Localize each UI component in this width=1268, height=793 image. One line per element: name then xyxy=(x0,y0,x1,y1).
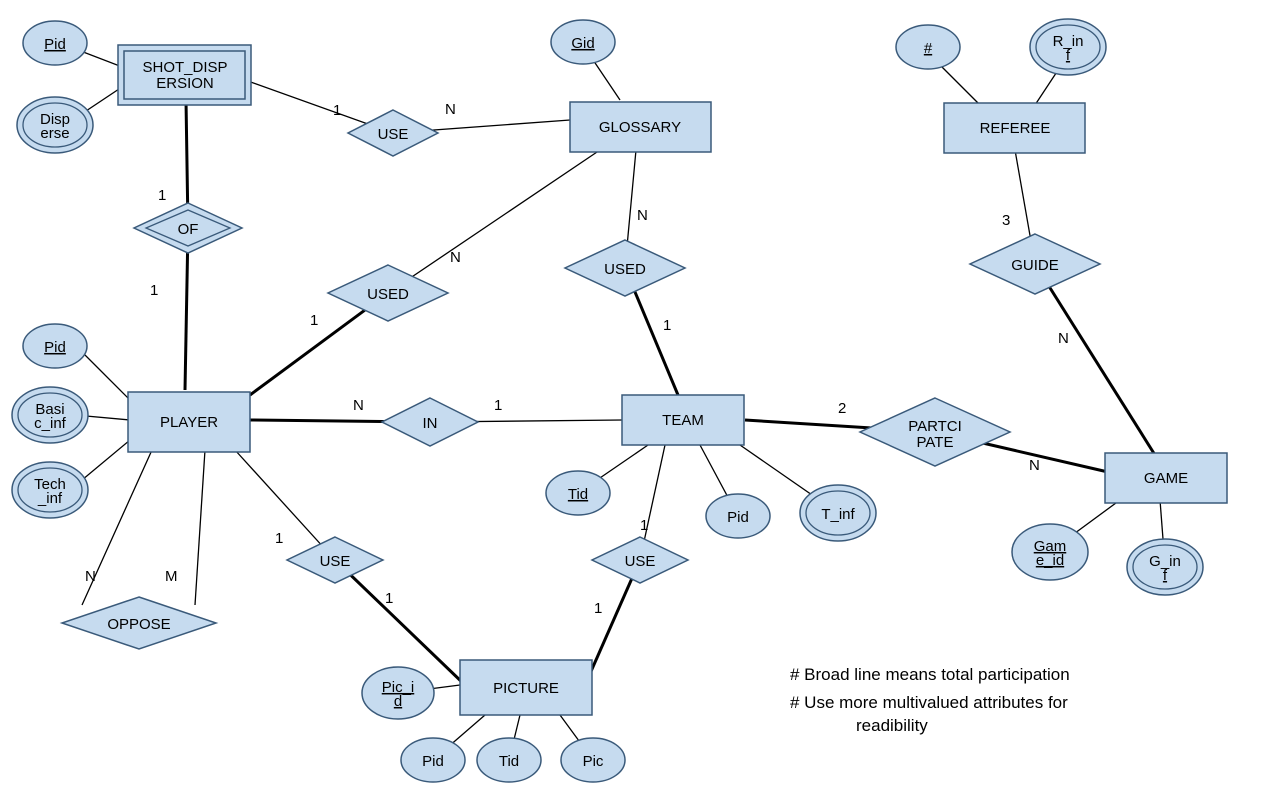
attr-basic-inf: Basi c_inf xyxy=(12,387,88,443)
rel-of: OF xyxy=(134,203,242,253)
card-pic-use3: 1 xyxy=(594,600,602,617)
card-sd-use: 1 xyxy=(333,102,341,119)
rel-use-sd-glossary: USE xyxy=(348,110,438,156)
svg-text:REFEREE: REFEREE xyxy=(980,120,1051,137)
card-sd-of: 1 xyxy=(158,187,166,204)
svg-text:d: d xyxy=(394,693,402,710)
attr-disperse: Disp erse xyxy=(17,97,93,153)
svg-text:GUIDE: GUIDE xyxy=(1011,257,1059,274)
attr-ref-num: # xyxy=(896,25,960,69)
attr-game-id: Gam e_id xyxy=(1012,524,1088,580)
attr-pid-pic: Pid xyxy=(401,738,465,782)
edge xyxy=(195,450,205,605)
entity-shot-dispersion: SHOT_DISP ERSION xyxy=(118,45,251,105)
attr-g-inf: G_in f xyxy=(1127,539,1203,595)
entity-player: PLAYER xyxy=(128,392,250,452)
attr-pic: Pic xyxy=(561,738,625,782)
attr-tid: Tid xyxy=(546,471,610,515)
attr-tid-pic: Tid xyxy=(477,738,541,782)
svg-text:GLOSSARY: GLOSSARY xyxy=(599,119,681,136)
card-gloss-use: N xyxy=(445,101,456,118)
attr-gid: Gid xyxy=(551,20,615,64)
attr-pid-team: Pid xyxy=(706,494,770,538)
svg-text:erse: erse xyxy=(40,125,69,142)
svg-text:GAME: GAME xyxy=(1144,470,1188,487)
svg-text:T_inf: T_inf xyxy=(821,506,855,523)
svg-text:USE: USE xyxy=(625,553,656,570)
rel-used-team: USED xyxy=(565,240,685,296)
svg-text:PATE: PATE xyxy=(917,434,954,451)
attr-t-inf: T_inf xyxy=(800,485,876,541)
card-game-guide: N xyxy=(1058,330,1069,347)
attr-tech-inf: Tech _inf xyxy=(12,462,88,518)
edge xyxy=(388,150,600,293)
note-line-1: # Broad line means total participation xyxy=(790,665,1070,684)
svg-text:USED: USED xyxy=(367,286,409,303)
card-team-part: 2 xyxy=(838,400,846,417)
card-gloss-used1: N xyxy=(450,249,461,266)
svg-text:USE: USE xyxy=(378,126,409,143)
rel-oppose: OPPOSE xyxy=(62,597,216,649)
card-team-used2: 1 xyxy=(663,317,671,334)
svg-text:Pid: Pid xyxy=(422,753,444,770)
edge-total xyxy=(335,560,465,685)
attr-pid-player: Pid xyxy=(23,324,87,368)
card-player-used1: 1 xyxy=(310,312,318,329)
svg-text:USE: USE xyxy=(320,553,351,570)
svg-text:TEAM: TEAM xyxy=(662,412,704,429)
svg-text:c_inf: c_inf xyxy=(34,415,67,432)
svg-text:e_id: e_id xyxy=(1036,552,1064,569)
card-player-in: N xyxy=(353,397,364,414)
rel-participate: PARTCI PATE xyxy=(860,398,1010,466)
svg-text:OPPOSE: OPPOSE xyxy=(107,616,170,633)
svg-text:_inf: _inf xyxy=(37,490,63,507)
svg-text:#: # xyxy=(924,40,933,57)
note-line-3: readibility xyxy=(856,716,928,735)
rel-in: IN xyxy=(382,398,478,446)
entity-referee: REFEREE xyxy=(944,103,1085,153)
card-gloss-used2: N xyxy=(637,207,648,224)
attr-pid-sd: Pid xyxy=(23,21,87,65)
card-oppose-m: M xyxy=(165,568,178,585)
note-line-2: # Use more multivalued attributes for xyxy=(790,693,1068,712)
svg-text:PLAYER: PLAYER xyxy=(160,414,218,431)
card-team-use3: 1 xyxy=(640,517,648,534)
svg-text:Pid: Pid xyxy=(44,36,66,53)
svg-text:IN: IN xyxy=(423,415,438,432)
rel-use-player-picture: USE xyxy=(287,537,383,583)
entity-picture: PICTURE xyxy=(460,660,592,715)
card-team-in: 1 xyxy=(494,397,502,414)
edge-total xyxy=(1035,264,1155,455)
svg-text:Pid: Pid xyxy=(727,509,749,526)
svg-text:Gid: Gid xyxy=(571,35,594,52)
card-oppose-n: N xyxy=(85,568,96,585)
svg-text:Tid: Tid xyxy=(499,753,519,770)
svg-text:Pid: Pid xyxy=(44,339,66,356)
svg-text:USED: USED xyxy=(604,261,646,278)
rel-use-team-picture: USE xyxy=(592,537,688,583)
svg-text:SHOT_DISP: SHOT_DISP xyxy=(142,59,227,76)
svg-text:PARTCI: PARTCI xyxy=(908,418,962,435)
svg-text:Tid: Tid xyxy=(568,486,588,503)
card-ref-guide: 3 xyxy=(1002,212,1010,229)
svg-text:Pic: Pic xyxy=(583,753,604,770)
entity-glossary: GLOSSARY xyxy=(570,102,711,152)
svg-text:PICTURE: PICTURE xyxy=(493,680,559,697)
entity-team: TEAM xyxy=(622,395,744,445)
card-player-of: 1 xyxy=(150,282,158,299)
rel-guide: GUIDE xyxy=(970,234,1100,294)
card-player-use2: 1 xyxy=(275,530,283,547)
attr-pic-id: Pic_i d xyxy=(362,667,434,719)
svg-text:OF: OF xyxy=(178,221,199,238)
attr-r-inf: R_in f xyxy=(1030,19,1106,75)
card-game-part: N xyxy=(1029,457,1040,474)
card-pic-use2: 1 xyxy=(385,590,393,607)
rel-used-player: USED xyxy=(328,265,448,321)
svg-text:ERSION: ERSION xyxy=(156,75,214,92)
entity-game: GAME xyxy=(1105,453,1227,503)
